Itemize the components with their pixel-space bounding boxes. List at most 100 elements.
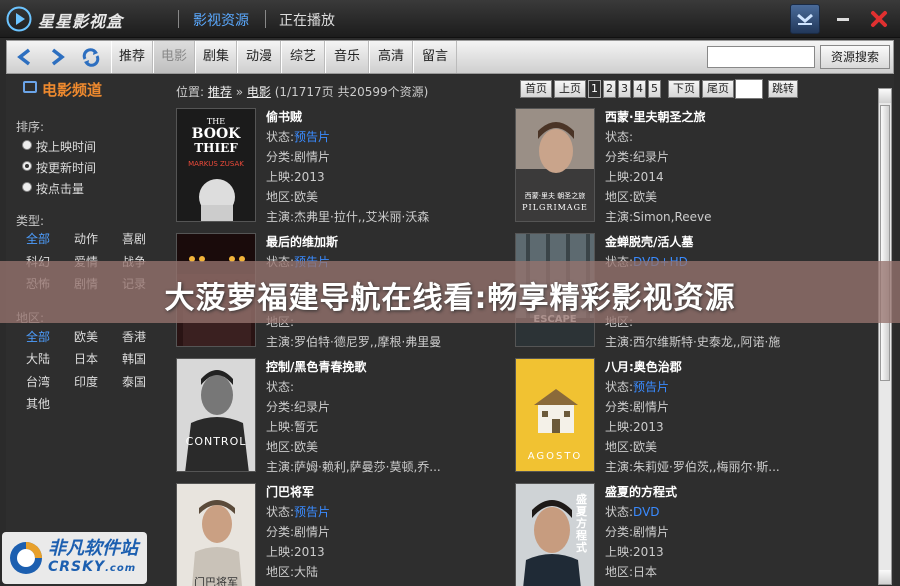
nav-tab-movie[interactable]: 电影 — [153, 41, 195, 73]
region-filter-mainland[interactable]: 大陆 — [26, 350, 50, 367]
search-input[interactable] — [707, 46, 815, 68]
movie-release: 暂无 — [294, 420, 319, 434]
region-filter-hongkong[interactable]: 香港 — [122, 328, 146, 345]
movie-cast-row: 主演:西尔维斯特·史泰龙,,阿诺·施 — [605, 333, 780, 350]
close-button[interactable] — [864, 4, 894, 34]
field-label: 上映: — [266, 170, 295, 184]
breadcrumb-current-link[interactable]: 电影 — [247, 85, 271, 99]
movie-poster[interactable]: AGOSTO — [515, 358, 595, 472]
movie-title-link[interactable]: 西蒙·里夫朝圣之旅 — [605, 108, 706, 125]
movie-region-row: 地区:欧美 — [266, 438, 318, 455]
scroll-thumb[interactable] — [880, 105, 890, 381]
watermark-name: 非凡软件站 — [48, 538, 138, 559]
pager-page-4[interactable]: 4 — [633, 80, 646, 98]
movie-category: 剧情片 — [633, 525, 670, 539]
poster-text: THE — [206, 117, 226, 126]
sort-label-release[interactable]: 按上映时间 — [36, 138, 96, 155]
movie-poster[interactable]: 门巴将军 — [176, 483, 256, 586]
movie-release: 2013 — [294, 545, 325, 559]
sort-label-clicks[interactable]: 按点击量 — [36, 180, 84, 197]
field-label: 状态: — [266, 380, 295, 394]
poster-text: 西蒙·里夫 朝圣之旅 — [524, 192, 586, 200]
pager-page-5[interactable]: 5 — [648, 80, 661, 98]
type-filter-all[interactable]: 全部 — [26, 230, 50, 247]
movie-title-link[interactable]: 盛夏的方程式 — [605, 483, 677, 500]
nav-tab-variety[interactable]: 综艺 — [281, 41, 325, 73]
movie-status-row: 状态: — [605, 128, 633, 145]
overlay-banner: 大菠萝福建导航在线看:畅享精彩影视资源 — [0, 261, 900, 323]
movie-poster[interactable]: 盛夏方程式 — [515, 483, 595, 586]
movie-poster[interactable]: 西蒙·里夫 朝圣之旅 PILGRIMAGE — [515, 108, 595, 222]
type-filter-comedy[interactable]: 喜剧 — [122, 230, 146, 247]
region-filter-korea[interactable]: 韩国 — [122, 350, 146, 367]
scroll-down-button[interactable] — [879, 570, 891, 584]
movie-card[interactable]: AGOSTO 八月:奥色治郡 状态:预告片 分类:剧情片 上映:2013 地区:… — [505, 358, 845, 476]
movie-cast: 罗伯特·德尼罗,,摩根·弗里曼 — [294, 335, 442, 349]
pager-page-1[interactable]: 1 — [588, 80, 601, 98]
movie-category: 剧情片 — [294, 525, 331, 539]
pager-next-button[interactable]: 下页 — [668, 80, 700, 98]
movie-title-link[interactable]: 金蝉脱壳/活人墓 — [605, 233, 693, 250]
movie-release-row: 上映:2013 — [605, 418, 664, 435]
region-filter-japan[interactable]: 日本 — [74, 350, 98, 367]
movie-card[interactable]: 西蒙·里夫 朝圣之旅 PILGRIMAGE 西蒙·里夫朝圣之旅 状态: 分类:纪… — [505, 108, 845, 226]
arrow-left-icon — [17, 48, 31, 66]
field-label: 地区: — [266, 440, 295, 454]
sort-radio-clicks[interactable] — [22, 182, 32, 192]
sort-radio-update[interactable] — [22, 161, 32, 171]
movie-status-row: 状态:DVD — [605, 503, 660, 520]
back-button[interactable] — [11, 43, 39, 71]
pager-jump-input[interactable] — [735, 79, 763, 99]
movie-card[interactable]: 盛夏方程式 盛夏的方程式 状态:DVD 分类:剧情片 上映:2013 地区:日本 — [505, 483, 845, 586]
movie-card[interactable]: THE BOOK THIEF MARKUS ZUSAK 偷书贼 状态:预告片 分… — [166, 108, 506, 226]
movie-release-row: 上映:暂无 — [266, 418, 318, 435]
tv-icon — [23, 81, 37, 93]
region-filter-india[interactable]: 印度 — [74, 373, 98, 390]
banner-text: 大菠萝福建导航在线看:畅享精彩影视资源 — [164, 281, 736, 316]
search-button[interactable]: 资源搜索 — [820, 45, 890, 69]
movie-poster[interactable]: THE BOOK THIEF MARKUS ZUSAK — [176, 108, 256, 222]
movie-card[interactable]: CONTROL 控制/黑色青春挽歌 状态: 分类:纪录片 上映:暂无 地区:欧美… — [166, 358, 506, 476]
pager-last-button[interactable]: 尾页 — [702, 80, 734, 98]
movie-poster[interactable]: CONTROL — [176, 358, 256, 472]
region-filter-other[interactable]: 其他 — [26, 395, 50, 412]
sort-radio-release[interactable] — [22, 140, 32, 150]
nav-tab-series[interactable]: 剧集 — [195, 41, 237, 73]
refresh-button[interactable] — [77, 43, 105, 71]
movie-category: 剧情片 — [633, 400, 670, 414]
movie-card[interactable]: 门巴将军 门巴将军 状态:预告片 分类:剧情片 上映:2013 地区:大陆 — [166, 483, 506, 586]
sort-label-update[interactable]: 按更新时间 — [36, 159, 96, 176]
region-filter-thailand[interactable]: 泰国 — [122, 373, 146, 390]
nav-tab-anime[interactable]: 动漫 — [237, 41, 281, 73]
nav-tab-recommend[interactable]: 推荐 — [111, 41, 153, 73]
movie-title-link[interactable]: 门巴将军 — [266, 483, 314, 500]
field-label: 上映: — [266, 420, 295, 434]
region-filter-west[interactable]: 欧美 — [74, 328, 98, 345]
movie-title-link[interactable]: 偷书贼 — [266, 108, 302, 125]
pager-prev-button[interactable]: 上页 — [554, 80, 586, 98]
movie-title-link[interactable]: 最后的维加斯 — [266, 233, 338, 250]
region-filter-taiwan[interactable]: 台湾 — [26, 373, 50, 390]
minimize-button[interactable] — [828, 4, 858, 34]
breadcrumb-home-link[interactable]: 推荐 — [208, 85, 232, 99]
tab-video-resources[interactable]: 影视资源 — [193, 10, 249, 30]
forward-button[interactable] — [43, 43, 71, 71]
pager-jump-button[interactable]: 跳转 — [768, 80, 798, 98]
poster-text: BOOK — [191, 126, 241, 142]
vertical-scrollbar[interactable] — [878, 88, 892, 585]
region-filter-all[interactable]: 全部 — [26, 328, 50, 345]
nav-tab-message[interactable]: 留言 — [413, 41, 457, 73]
movie-status-row: 状态:预告片 — [605, 378, 669, 395]
pager-first-button[interactable]: 首页 — [520, 80, 552, 98]
tab-now-playing[interactable]: 正在播放 — [279, 10, 335, 30]
pager-page-2[interactable]: 2 — [603, 80, 616, 98]
movie-status: DVD — [633, 505, 660, 519]
pager-page-3[interactable]: 3 — [618, 80, 631, 98]
nav-tab-hd[interactable]: 高清 — [369, 41, 413, 73]
nav-tab-music[interactable]: 音乐 — [325, 41, 369, 73]
scroll-up-button[interactable] — [879, 89, 891, 103]
movie-title-link[interactable]: 控制/黑色青春挽歌 — [266, 358, 366, 375]
movie-title-link[interactable]: 八月:奥色治郡 — [605, 358, 682, 375]
download-button[interactable] — [790, 4, 820, 34]
type-filter-action[interactable]: 动作 — [74, 230, 98, 247]
